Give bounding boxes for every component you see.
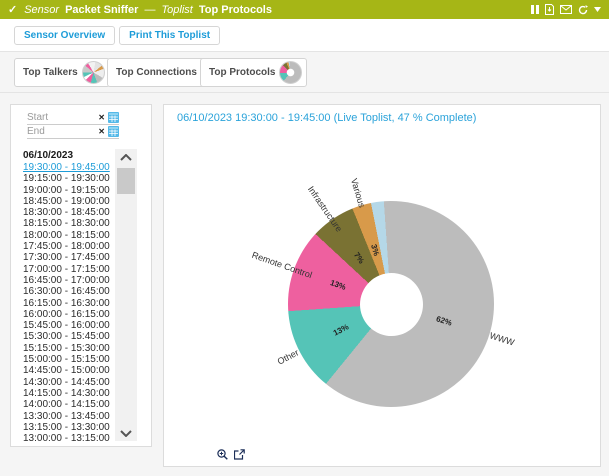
interval-item[interactable]: 15:30:00 - 15:45:00 <box>23 331 115 342</box>
interval-item[interactable]: 13:15:00 - 13:30:00 <box>23 422 115 433</box>
interval-item[interactable]: 17:30:00 - 17:45:00 <box>23 252 115 263</box>
clear-start-icon[interactable]: ✕ <box>98 114 105 122</box>
end-date-input[interactable] <box>27 126 85 137</box>
interval-item[interactable]: 14:30:00 - 14:45:00 <box>23 377 115 388</box>
breadcrumb-separator: — <box>144 4 155 16</box>
sensor-overview-button[interactable]: Sensor Overview <box>14 26 115 45</box>
sensor-name: Packet Sniffer <box>65 4 138 16</box>
pie-chart-icon <box>279 61 302 84</box>
interval-item[interactable]: 19:15:00 - 19:30:00 <box>23 173 115 184</box>
interval-item[interactable]: 15:45:00 - 16:00:00 <box>23 320 115 331</box>
interval-item[interactable]: 16:45:00 - 17:00:00 <box>23 275 115 286</box>
donut-hole <box>360 273 423 336</box>
pie-chart-icon <box>82 61 105 84</box>
scroll-up-button[interactable] <box>115 149 137 165</box>
toplist-cards-row: Top Talkers Top Connections Top Protocol… <box>0 52 609 93</box>
donut-segment-label: Other <box>276 348 301 367</box>
interval-item[interactable]: 17:45:00 - 18:00:00 <box>23 241 115 252</box>
interval-item[interactable]: 14:00:00 - 14:15:00 <box>23 399 115 410</box>
interval-item[interactable]: 19:00:00 - 19:15:00 <box>23 185 115 196</box>
pause-icon[interactable] <box>531 5 539 14</box>
interval-scrollbar[interactable] <box>115 149 137 441</box>
report-icon[interactable] <box>545 4 554 15</box>
interval-item[interactable]: 19:30:00 - 19:45:00 <box>23 162 115 173</box>
card-label: Top Connections <box>116 67 197 78</box>
card-label: Top Talkers <box>23 67 78 78</box>
toplist-card-top-talkers[interactable]: Top Talkers <box>14 58 110 87</box>
interval-item[interactable]: 15:00:00 - 15:15:00 <box>23 354 115 365</box>
interval-item[interactable]: 18:30:00 - 18:45:00 <box>23 207 115 218</box>
caret-down-icon[interactable] <box>594 7 601 12</box>
zoom-icon[interactable] <box>217 449 228 460</box>
entity-type-label: Sensor <box>24 4 59 16</box>
print-toplist-button[interactable]: Print This Toplist <box>119 26 220 45</box>
card-label: Top Protocols <box>209 67 275 78</box>
donut-segment-label: WWW <box>488 330 515 347</box>
calendar-icon[interactable] <box>108 126 119 137</box>
page-title: Top Protocols <box>199 4 272 16</box>
interval-item[interactable]: 16:00:00 - 16:15:00 <box>23 309 115 320</box>
interval-item[interactable]: 13:00:00 - 13:15:00 <box>23 433 115 444</box>
protocols-donut[interactable] <box>288 201 494 407</box>
interval-item[interactable]: 14:45:00 - 15:00:00 <box>23 365 115 376</box>
interval-date-header: 06/10/2023 <box>23 150 73 161</box>
calendar-icon[interactable] <box>108 112 119 123</box>
interval-item[interactable]: 14:15:00 - 14:30:00 <box>23 388 115 399</box>
status-ok-icon: ✓ <box>8 3 17 16</box>
open-external-icon[interactable] <box>234 449 245 460</box>
scroll-down-button[interactable] <box>115 425 137 441</box>
interval-list: 19:30:00 - 19:45:0019:15:00 - 19:30:0019… <box>23 162 115 444</box>
interval-item[interactable]: 16:15:00 - 16:30:00 <box>23 298 115 309</box>
clear-end-icon[interactable]: ✕ <box>98 128 105 136</box>
interval-item[interactable]: 13:30:00 - 13:45:00 <box>23 411 115 422</box>
sensor-header-bar: ✓ Sensor Packet Sniffer — Toplist Top Pr… <box>0 0 609 19</box>
interval-item[interactable]: 16:30:00 - 16:45:00 <box>23 286 115 297</box>
toolbar: Sensor Overview Print This Toplist <box>0 19 609 52</box>
scrollbar-thumb[interactable] <box>117 168 135 194</box>
content-area: ✕ ✕ 06/10/2023 19:30:00 - 19:45:0019:15:… <box>0 93 609 476</box>
interval-item[interactable]: 18:15:00 - 18:30:00 <box>23 218 115 229</box>
interval-item[interactable]: 18:45:00 - 19:00:00 <box>23 196 115 207</box>
start-date-input[interactable] <box>27 112 85 123</box>
toplist-title: 06/10/2023 19:30:00 - 19:45:00 (Live Top… <box>177 112 476 124</box>
interval-item[interactable]: 15:15:00 - 15:30:00 <box>23 343 115 354</box>
interval-panel: ✕ ✕ 06/10/2023 19:30:00 - 19:45:0019:15:… <box>10 104 152 447</box>
toplist-chart-panel: 06/10/2023 19:30:00 - 19:45:00 (Live Top… <box>163 104 601 467</box>
toplist-card-top-protocols[interactable]: Top Protocols <box>200 58 307 87</box>
view-type-label: Toplist <box>161 4 192 16</box>
interval-item[interactable]: 17:00:00 - 17:15:00 <box>23 264 115 275</box>
refresh-icon[interactable] <box>578 5 588 15</box>
interval-item[interactable]: 18:00:00 - 18:15:00 <box>23 230 115 241</box>
email-icon[interactable] <box>560 5 572 14</box>
